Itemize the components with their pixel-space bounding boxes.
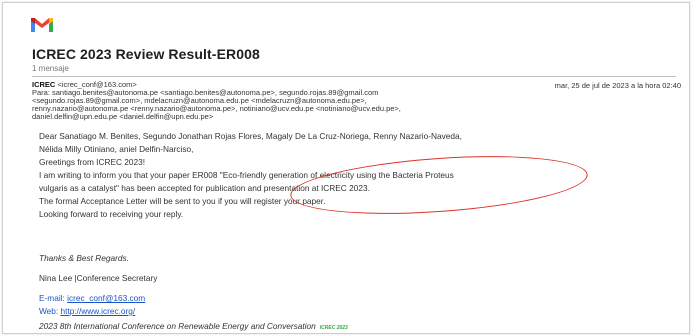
email-label: E-mail: [39,293,65,303]
body-line: Nélida Milly Otiniano, aniel Delfin-Narc… [39,144,194,154]
web-link[interactable]: http://www.icrec.org/ [61,306,136,316]
footer-text: 2023 8th International Conference on Ren… [39,321,316,331]
email-frame: ICREC 2023 Review Result-ER008 1 mensaje… [2,2,690,334]
body-line: Greetings from ICREC 2023! [39,157,146,167]
recipient-line: daniel.delfin@upn.edu.pe <daniel.delfin@… [32,113,214,121]
email-link[interactable]: icrec_conf@163.com [67,293,145,303]
signature-footer: 2023 8th International Conference on Ren… [39,321,348,331]
gmail-logo-icon [31,18,53,32]
regards-text: Thanks & Best Regards. [39,253,129,263]
signature-web: Web: http://www.icrec.org/ [39,306,135,316]
body-line: The formal Acceptance Letter will be sen… [39,196,326,206]
body-line: Looking forward to receiving your reply. [39,209,184,219]
web-label: Web: [39,306,59,316]
recipient-line: renny.nazario@autonoma.pe <renny.nazario… [32,105,401,113]
sender-address: <icrec_conf@163.com> [57,81,137,89]
conference-logo: ICREC 2023 [319,325,348,331]
recipient-line: Para: santiago.benites@autonoma.pe <sant… [32,89,379,97]
header-divider [32,76,676,77]
signature-name: Nina Lee |Conference Secretary [39,273,158,283]
body-line: Dear Sanatiago M. Benites, Segundo Jonat… [39,131,462,141]
sender-name: ICREC [32,81,56,89]
signature-email: E-mail: icrec_conf@163.com [39,293,145,303]
message-count: 1 mensaje [32,64,69,73]
email-subject: ICREC 2023 Review Result-ER008 [32,46,260,62]
recipient-line: <segundo.rojas.89@gmail.com>, mdelacruzn… [32,97,367,105]
highlight-annotation [288,147,590,223]
